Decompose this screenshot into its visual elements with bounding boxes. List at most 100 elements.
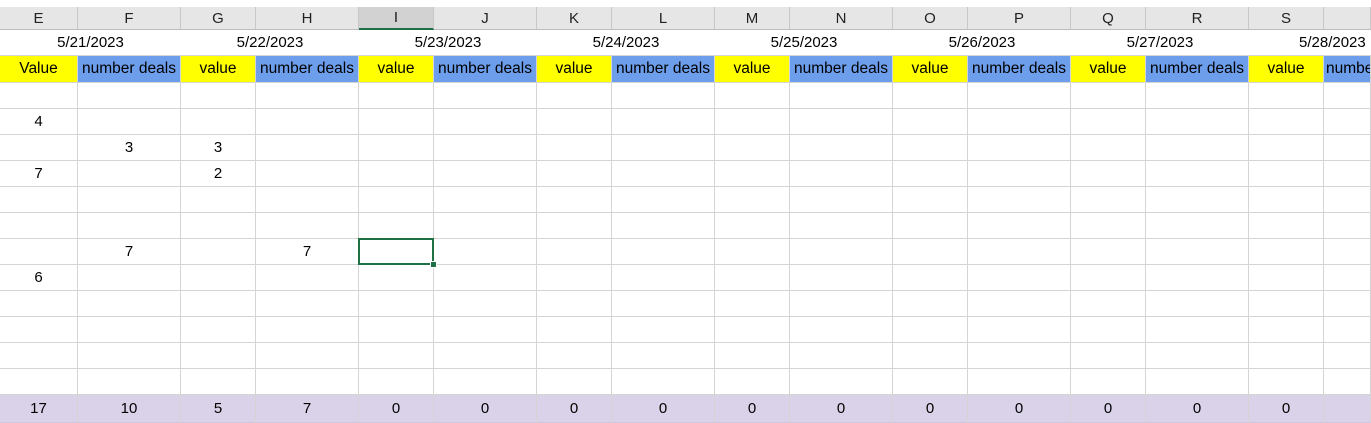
- data-cell[interactable]: [256, 187, 359, 213]
- data-cell[interactable]: [537, 369, 612, 395]
- data-cell[interactable]: [434, 83, 537, 109]
- data-cell[interactable]: [359, 239, 434, 265]
- total-cell[interactable]: 0: [434, 395, 537, 423]
- data-cell[interactable]: 6: [0, 265, 78, 291]
- data-cell[interactable]: [0, 317, 78, 343]
- data-cell[interactable]: [968, 213, 1071, 239]
- data-cell[interactable]: [0, 369, 78, 395]
- data-cell[interactable]: [612, 369, 715, 395]
- column-header-r[interactable]: R: [1146, 7, 1249, 30]
- data-cell[interactable]: 3: [181, 135, 256, 161]
- data-cell[interactable]: [790, 265, 893, 291]
- data-cell[interactable]: [1324, 135, 1371, 161]
- data-cell[interactable]: [1249, 265, 1324, 291]
- data-cell[interactable]: [1071, 83, 1146, 109]
- data-cell[interactable]: [78, 369, 181, 395]
- data-cell[interactable]: [1071, 161, 1146, 187]
- data-cell[interactable]: [256, 109, 359, 135]
- data-cell[interactable]: [1324, 83, 1371, 109]
- data-cell[interactable]: [1146, 265, 1249, 291]
- data-cell[interactable]: [893, 369, 968, 395]
- data-cell[interactable]: [256, 265, 359, 291]
- total-cell[interactable]: 0: [1146, 395, 1249, 423]
- column-header-t[interactable]: [1324, 7, 1371, 30]
- data-cell[interactable]: [1071, 291, 1146, 317]
- data-cell[interactable]: [181, 83, 256, 109]
- date-cell[interactable]: 5/27/2023: [1071, 30, 1249, 56]
- total-cell[interactable]: [1324, 395, 1371, 423]
- total-cell[interactable]: 0: [968, 395, 1071, 423]
- data-cell[interactable]: [968, 83, 1071, 109]
- data-cell[interactable]: [1071, 239, 1146, 265]
- data-cell[interactable]: [537, 83, 612, 109]
- data-cell[interactable]: [968, 291, 1071, 317]
- data-cell[interactable]: 7: [0, 161, 78, 187]
- data-cell[interactable]: [715, 369, 790, 395]
- data-cell[interactable]: [612, 343, 715, 369]
- data-cell[interactable]: [790, 109, 893, 135]
- number-deals-label-cell[interactable]: number deals: [1324, 56, 1371, 83]
- data-cell[interactable]: [359, 187, 434, 213]
- data-cell[interactable]: [181, 317, 256, 343]
- data-cell[interactable]: 2: [181, 161, 256, 187]
- data-cell[interactable]: [256, 343, 359, 369]
- data-cell[interactable]: [1324, 317, 1371, 343]
- data-cell[interactable]: [1071, 135, 1146, 161]
- data-cell[interactable]: [1071, 109, 1146, 135]
- data-cell[interactable]: [1249, 187, 1324, 213]
- data-cell[interactable]: [434, 291, 537, 317]
- column-header-q[interactable]: Q: [1071, 7, 1146, 30]
- value-label-cell[interactable]: value: [893, 56, 968, 83]
- date-cell[interactable]: 5/21/2023: [0, 30, 181, 56]
- data-cell[interactable]: [256, 369, 359, 395]
- data-cell[interactable]: [1324, 213, 1371, 239]
- date-cell[interactable]: 5/25/2023: [715, 30, 893, 56]
- total-cell[interactable]: 0: [1071, 395, 1146, 423]
- data-cell[interactable]: 7: [256, 239, 359, 265]
- data-cell[interactable]: [78, 83, 181, 109]
- number-deals-label-cell[interactable]: number deals: [434, 56, 537, 83]
- data-cell[interactable]: [790, 187, 893, 213]
- data-cell[interactable]: [359, 369, 434, 395]
- data-cell[interactable]: [1146, 369, 1249, 395]
- data-cell[interactable]: [1249, 343, 1324, 369]
- data-cell[interactable]: [790, 213, 893, 239]
- data-cell[interactable]: [1146, 109, 1249, 135]
- data-cell[interactable]: [715, 135, 790, 161]
- total-cell[interactable]: 0: [790, 395, 893, 423]
- data-cell[interactable]: [537, 187, 612, 213]
- column-header-e[interactable]: E: [0, 7, 78, 30]
- column-header-s[interactable]: S: [1249, 7, 1324, 30]
- data-cell[interactable]: [612, 213, 715, 239]
- data-cell[interactable]: [359, 291, 434, 317]
- value-label-cell[interactable]: value: [359, 56, 434, 83]
- data-cell[interactable]: [78, 213, 181, 239]
- data-cell[interactable]: [537, 265, 612, 291]
- data-cell[interactable]: [790, 317, 893, 343]
- data-cell[interactable]: [790, 291, 893, 317]
- column-header-n[interactable]: N: [790, 7, 893, 30]
- data-cell[interactable]: [1324, 109, 1371, 135]
- data-cell[interactable]: [1324, 239, 1371, 265]
- data-cell[interactable]: [1071, 187, 1146, 213]
- date-cell[interactable]: 5/22/2023: [181, 30, 359, 56]
- data-cell[interactable]: [78, 291, 181, 317]
- data-cell[interactable]: [434, 109, 537, 135]
- data-cell[interactable]: [1071, 317, 1146, 343]
- data-cell[interactable]: [1071, 265, 1146, 291]
- data-cell[interactable]: [1146, 161, 1249, 187]
- column-header-k[interactable]: K: [537, 7, 612, 30]
- column-header-i[interactable]: I: [359, 7, 434, 30]
- data-cell[interactable]: [968, 239, 1071, 265]
- data-cell[interactable]: [537, 213, 612, 239]
- data-cell[interactable]: [1146, 317, 1249, 343]
- data-cell[interactable]: [1071, 343, 1146, 369]
- data-cell[interactable]: [1249, 239, 1324, 265]
- data-cell[interactable]: [537, 343, 612, 369]
- data-cell[interactable]: [359, 317, 434, 343]
- value-label-cell[interactable]: value: [181, 56, 256, 83]
- data-cell[interactable]: [612, 161, 715, 187]
- data-cell[interactable]: [612, 83, 715, 109]
- data-cell[interactable]: [1071, 369, 1146, 395]
- data-cell[interactable]: [181, 343, 256, 369]
